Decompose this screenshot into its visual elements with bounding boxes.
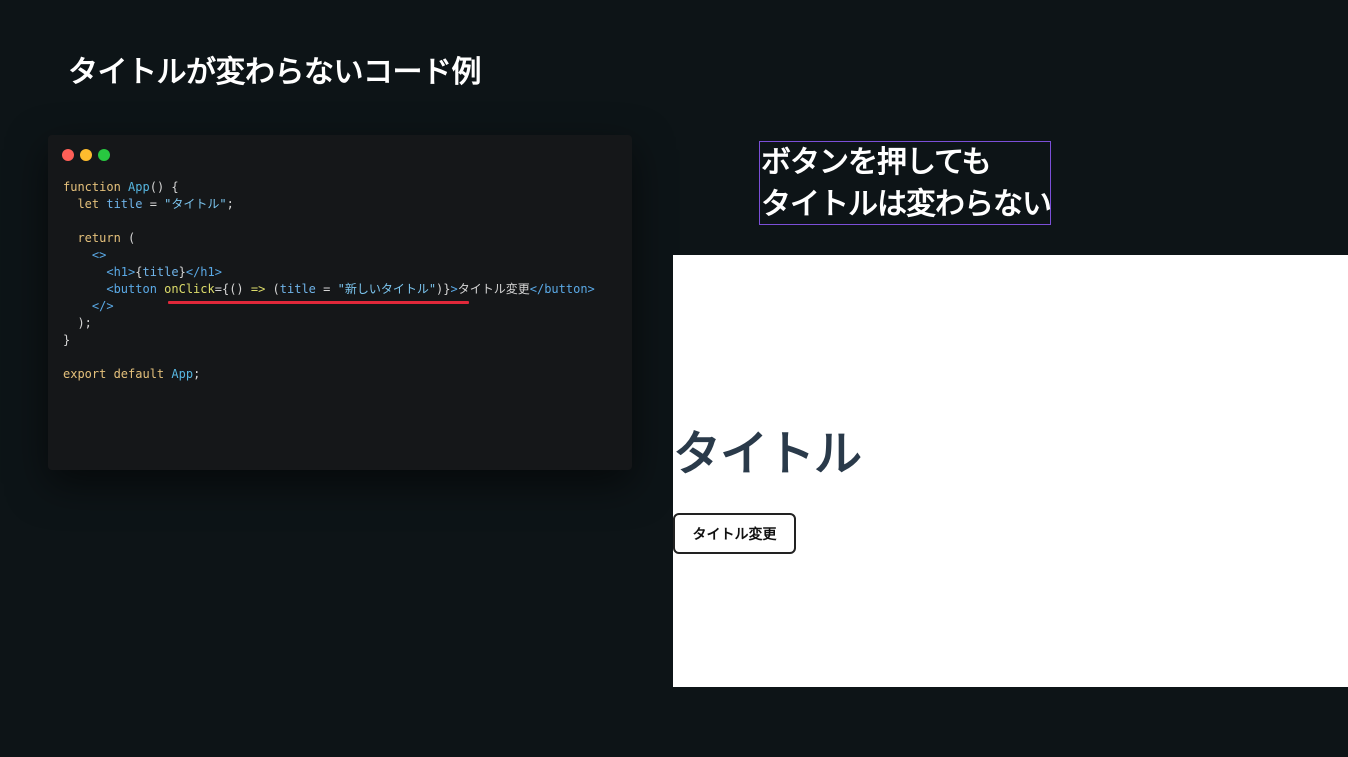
code-token: <button bbox=[63, 282, 165, 296]
code-token: </h1> bbox=[185, 265, 222, 279]
code-line: ); bbox=[63, 315, 595, 332]
window-controls bbox=[62, 149, 110, 161]
callout-line-1: ボタンを押しても bbox=[761, 145, 992, 180]
code-line: function App() { bbox=[63, 179, 595, 196]
code-window: function App() { let title = "タイトル"; ret… bbox=[48, 135, 632, 470]
code-line: export default App; bbox=[63, 366, 595, 383]
code-token: } bbox=[63, 333, 71, 347]
onclick-underline bbox=[168, 301, 469, 304]
code-token: App bbox=[171, 367, 194, 381]
code-token: () { bbox=[149, 180, 179, 194]
code-block: function App() { let title = "タイトル"; ret… bbox=[63, 179, 595, 383]
code-token: } bbox=[178, 265, 186, 279]
code-token: > bbox=[450, 282, 458, 296]
code-token: App bbox=[128, 180, 150, 194]
code-line: return ( bbox=[63, 230, 595, 247]
code-token: return bbox=[63, 231, 129, 245]
code-token: <h1> bbox=[63, 265, 136, 279]
code-token: default bbox=[113, 367, 172, 381]
code-line: let title = "タイトル"; bbox=[63, 196, 595, 213]
browser-preview: タイトル タイトル変更 bbox=[673, 255, 1348, 687]
code-token: ={ bbox=[214, 282, 230, 296]
code-token: () bbox=[229, 282, 251, 296]
code-token: = bbox=[315, 282, 338, 296]
minimize-dot-icon bbox=[80, 149, 92, 161]
code-token: title bbox=[106, 197, 143, 211]
code-token: "タイトル" bbox=[164, 197, 227, 211]
code-token: onClick bbox=[164, 282, 215, 296]
code-token: </> bbox=[63, 299, 114, 313]
code-token: => bbox=[250, 282, 266, 296]
code-line: } bbox=[63, 332, 595, 349]
code-token: </button> bbox=[529, 282, 595, 296]
code-line: <> bbox=[63, 247, 595, 264]
callout-box: ボタンを押しても タイトルは変わらない bbox=[759, 141, 1052, 225]
close-dot-icon bbox=[62, 149, 74, 161]
code-token: ( bbox=[265, 282, 280, 296]
code-token: ); bbox=[63, 316, 92, 330]
preview-heading: タイトル bbox=[673, 426, 862, 482]
change-title-button[interactable]: タイトル変更 bbox=[673, 513, 796, 554]
code-token: title bbox=[279, 282, 316, 296]
maximize-dot-icon bbox=[98, 149, 110, 161]
code-token: function bbox=[63, 180, 129, 194]
code-token: = bbox=[142, 197, 165, 211]
code-token: タイトル変更 bbox=[457, 282, 530, 296]
code-token: ; bbox=[193, 367, 201, 381]
code-token: )} bbox=[436, 282, 451, 296]
code-token: <> bbox=[63, 248, 107, 262]
code-token: ; bbox=[226, 197, 234, 211]
code-token: title bbox=[142, 265, 179, 279]
code-token: let bbox=[63, 197, 107, 211]
code-token: "新しいタイトル" bbox=[337, 282, 437, 296]
callout-line-2: タイトルは変わらない bbox=[761, 187, 1052, 222]
code-token: export bbox=[63, 367, 114, 381]
code-line: <button onClick={() => (title = "新しいタイトル… bbox=[63, 281, 595, 298]
code-token: ( bbox=[128, 231, 136, 245]
slide-title: タイトルが変わらないコード例 bbox=[68, 55, 482, 90]
code-line: <h1>{title}</h1> bbox=[63, 264, 595, 281]
